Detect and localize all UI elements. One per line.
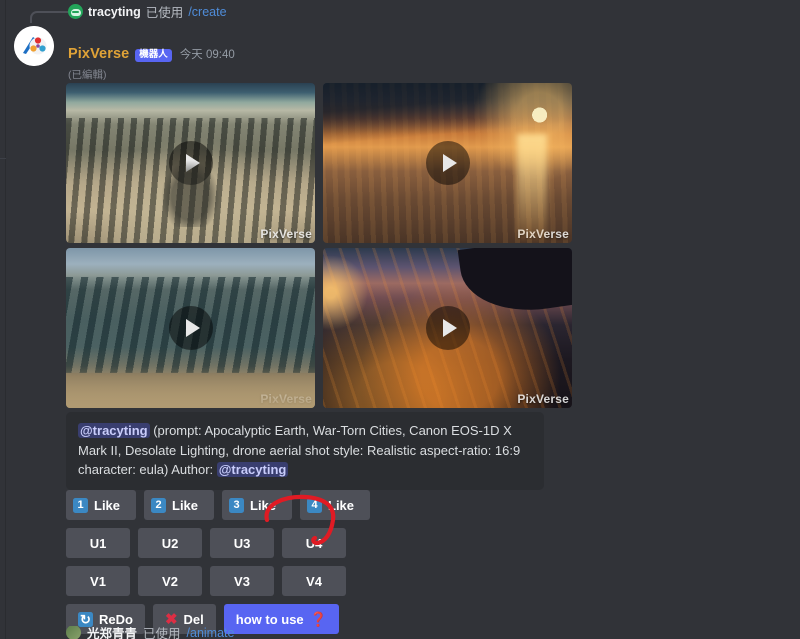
upscale-button-u2[interactable]: U2 xyxy=(138,528,202,558)
next-message-username[interactable]: 光郑青青 xyxy=(87,626,137,639)
video-attachment-grid: PixVerse PixVerse PixVerse PixVerse xyxy=(66,83,572,408)
user-avatar[interactable] xyxy=(66,626,81,639)
next-message-command[interactable]: /animate xyxy=(187,626,235,639)
next-message-action: 已使用 xyxy=(143,627,181,639)
how-to-use-label: how to use xyxy=(235,611,304,627)
reply-reference[interactable]: tracyting 已使用 /create xyxy=(30,2,770,23)
bot-name[interactable]: PixVerse xyxy=(68,46,129,62)
play-icon[interactable] xyxy=(168,141,213,185)
upscale-button-u1[interactable]: U1 xyxy=(66,528,130,558)
variation-button-row: V1 V2 V3 V4 xyxy=(66,566,370,596)
video-thumbnail-4[interactable]: PixVerse xyxy=(323,248,572,408)
discord-user-avatar xyxy=(68,4,83,19)
edge-divider xyxy=(0,158,6,159)
play-icon[interactable] xyxy=(425,141,470,185)
mention-author[interactable]: @tracyting xyxy=(216,462,289,477)
avatar[interactable] xyxy=(14,26,54,66)
upscale-button-u3[interactable]: U3 xyxy=(210,528,274,558)
video-watermark: PixVerse xyxy=(517,227,569,241)
play-icon[interactable] xyxy=(168,306,213,350)
number-2-icon: 2 xyxy=(151,497,166,513)
like-button-label: Like xyxy=(172,497,199,513)
reply-action-text: 已使用 xyxy=(145,6,184,20)
video-watermark: PixVerse xyxy=(260,392,312,406)
play-icon[interactable] xyxy=(425,306,470,350)
variation-button-v2[interactable]: V2 xyxy=(138,566,202,596)
like-button-4[interactable]: 4 Like xyxy=(300,490,370,520)
prompt-text: @tracyting (prompt: Apocalyptic Earth, W… xyxy=(78,421,532,480)
reply-command-link[interactable]: /create xyxy=(188,5,226,19)
number-3-icon: 3 xyxy=(229,497,244,513)
like-button-3[interactable]: 3 Like xyxy=(222,490,292,520)
video-thumbnail-3[interactable]: PixVerse xyxy=(66,248,315,408)
bot-action-buttons: 1 Like 2 Like 3 Like 4 Like U1 U2 U3 U4 … xyxy=(66,490,370,639)
question-mark-icon: ❓ xyxy=(309,611,328,627)
video-thumbnail-2[interactable]: PixVerse xyxy=(323,83,572,243)
next-message-preview: 光郑青青 已使用 /animate xyxy=(66,626,234,639)
window-left-edge xyxy=(0,0,6,639)
upscale-button-row: U1 U2 U3 U4 xyxy=(66,528,370,558)
reply-connector-line xyxy=(30,11,68,23)
pixverse-logo-avatar xyxy=(14,26,54,66)
number-4-icon: 4 xyxy=(307,497,322,513)
video-watermark: PixVerse xyxy=(260,227,312,241)
reply-username[interactable]: tracyting xyxy=(88,5,141,19)
variation-button-v3[interactable]: V3 xyxy=(210,566,274,596)
upscale-button-u4[interactable]: U4 xyxy=(282,528,346,558)
bot-tag-badge: 機器人 xyxy=(135,48,172,62)
video-watermark: PixVerse xyxy=(517,392,569,406)
variation-button-v4[interactable]: V4 xyxy=(282,566,346,596)
like-button-1[interactable]: 1 Like xyxy=(66,490,136,520)
how-to-use-button[interactable]: how to use ❓ xyxy=(223,604,340,634)
like-button-2[interactable]: 2 Like xyxy=(144,490,214,520)
prompt-quote-block: @tracyting (prompt: Apocalyptic Earth, W… xyxy=(66,412,544,490)
mention-tracyting[interactable]: @tracyting xyxy=(78,423,150,438)
like-button-row: 1 Like 2 Like 3 Like 4 Like xyxy=(66,490,370,520)
like-button-label: Like xyxy=(94,497,121,513)
like-button-label: Like xyxy=(250,497,277,513)
like-button-label: Like xyxy=(328,497,355,513)
redo-button-label: ReDo xyxy=(99,611,133,627)
message-timestamp: 今天 09:40 xyxy=(179,49,235,61)
delete-button-label: Del xyxy=(183,611,204,627)
refresh-icon xyxy=(78,611,93,627)
variation-button-v1[interactable]: V1 xyxy=(66,566,130,596)
number-1-icon: 1 xyxy=(73,497,88,513)
discord-message-view: tracyting 已使用 /create PixVerse 機器人 今天 09… xyxy=(0,0,800,639)
edited-marker: (已編輯) xyxy=(68,69,107,81)
video-thumbnail-1[interactable]: PixVerse xyxy=(66,83,315,243)
cross-mark-icon: ✖ xyxy=(164,610,178,628)
message-header: PixVerse 機器人 今天 09:40 xyxy=(68,46,235,62)
